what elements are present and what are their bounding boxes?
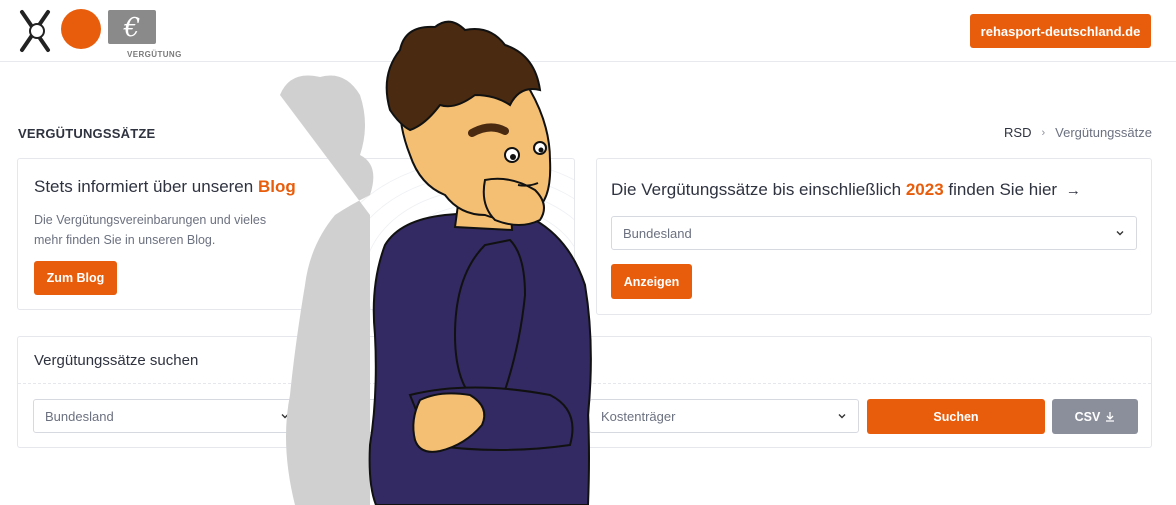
- filter-position-value: Position (Le: [323, 408, 392, 424]
- blog-title-text: Stets informiert über unseren: [34, 177, 254, 196]
- rates-title-suffix: finden Sie hier: [948, 180, 1058, 199]
- search-button[interactable]: Suchen: [867, 399, 1045, 434]
- state-select[interactable]: Bundesland: [611, 216, 1137, 250]
- decorative-lines: [323, 159, 574, 309]
- brand-logo[interactable]: € VERGÜTUNG: [18, 6, 181, 59]
- rates-title-year: 2023: [905, 180, 944, 199]
- blog-button[interactable]: Zum Blog: [34, 261, 117, 295]
- page-title: VERGÜTUNGSSÄTZE: [18, 126, 156, 141]
- breadcrumb-home[interactable]: RSD: [1004, 125, 1031, 140]
- blog-card: Stets informiert über unseren Blog Die V…: [17, 158, 575, 310]
- chevron-down-icon: [838, 414, 846, 419]
- filter-position-select[interactable]: Position (Le: [311, 399, 581, 433]
- filter-payer-value: Kostenträger: [601, 408, 676, 424]
- chevron-down-icon: [1116, 231, 1124, 236]
- rates-title-prefix: Die Vergütungssätze bis einschließlich: [611, 180, 902, 199]
- csv-export-button[interactable]: CSV: [1052, 399, 1138, 434]
- csv-button-label: CSV: [1074, 409, 1101, 424]
- arrow-right-icon: →: [1065, 182, 1081, 199]
- site-header: € VERGÜTUNG rehasport-deutschland.de: [0, 0, 1176, 62]
- rates-card-title[interactable]: Die Vergütungssätze bis einschließlich 2…: [611, 180, 1081, 200]
- chevron-down-icon: [281, 414, 289, 419]
- download-icon: [1106, 412, 1115, 422]
- blog-title-accent: Blog: [257, 177, 296, 196]
- svg-text:€: €: [123, 13, 141, 43]
- chevron-right-icon: ›: [1041, 126, 1046, 139]
- breadcrumb-current: Vergütungssätze: [1055, 125, 1152, 140]
- rates-card: Die Vergütungssätze bis einschließlich 2…: [596, 158, 1152, 315]
- state-select-value: Bundesland: [623, 225, 692, 241]
- show-button[interactable]: Anzeigen: [611, 264, 692, 299]
- filter-state-select[interactable]: Bundesland: [33, 399, 302, 433]
- blog-card-text: Die Vergütungsvereinbarungen und vieles …: [34, 213, 267, 247]
- search-card: Vergütungssätze suchen Bundesland Positi…: [17, 336, 1152, 448]
- divider: [18, 383, 1151, 384]
- filter-payer-select[interactable]: Kostenträger: [589, 399, 859, 433]
- logo-label: VERGÜTUNG: [127, 50, 182, 59]
- search-card-title: Vergütungssätze suchen: [34, 352, 199, 369]
- site-link-button[interactable]: rehasport-deutschland.de: [970, 14, 1151, 48]
- filter-state-value: Bundesland: [45, 408, 114, 424]
- breadcrumb: RSD › Vergütungssätze: [1004, 125, 1152, 140]
- blog-card-title: Stets informiert über unseren Blog: [34, 177, 296, 197]
